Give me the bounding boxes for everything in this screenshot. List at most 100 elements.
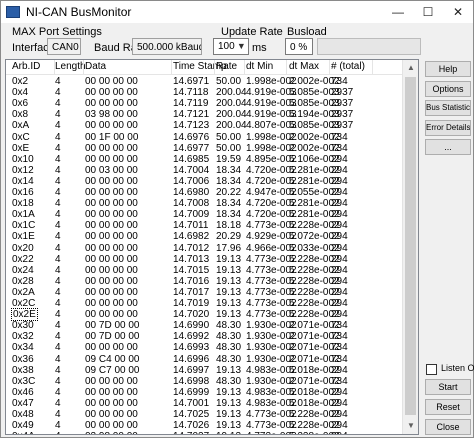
table-cell: 4 — [55, 76, 61, 87]
maximize-button[interactable]: ☐ — [413, 1, 443, 23]
scroll-up-arrow-icon[interactable]: ▲ — [403, 60, 418, 76]
more-button[interactable]: ... — [425, 139, 471, 155]
table-row[interactable]: 0x2A 4 00 00 00 00 14.7017 19.13 4.773e-002 5.… — [6, 287, 406, 298]
listen-only-checkbox[interactable] — [426, 364, 437, 375]
table-row[interactable]: 0x2E 4 00 00 00 00 14.7020 19.13 4.773e-002 5.… — [6, 308, 406, 322]
table-cell: 19.13 — [216, 264, 242, 276]
column-header-length[interactable]: Length — [55, 61, 86, 72]
minimize-button[interactable]: — — [383, 1, 413, 23]
close-button[interactable]: Close — [425, 419, 471, 435]
start-button[interactable]: Start — [425, 379, 471, 395]
table-row[interactable]: 0x10 4 00 00 00 00 14.6985 19.59 4.895e-002 5.… — [6, 154, 406, 165]
column-divider[interactable] — [286, 60, 287, 75]
table-cell: 14.7011 — [173, 220, 209, 232]
table-cell: 48.30 — [216, 331, 242, 343]
table-cell: 734 — [331, 142, 348, 154]
table-cell: 14.7015 — [173, 264, 210, 276]
table-row[interactable]: 0x1A 4 00 00 00 00 14.7009 18.34 4.720e-002 5.… — [6, 209, 406, 220]
busload-progress-bar — [317, 38, 421, 55]
table-cell: 0x36 — [12, 353, 34, 365]
column-header-total[interactable]: # (total) — [331, 61, 365, 72]
table-cell: 4 — [55, 342, 61, 354]
table-cell: 4 — [55, 364, 61, 376]
table-row[interactable]: 0x14 4 00 00 00 00 14.7006 18.34 4.720e-002 5.… — [6, 176, 406, 187]
table-row[interactable]: 0x16 4 00 00 00 00 14.6980 20.22 4.947e-002 5.… — [6, 187, 406, 198]
column-divider[interactable] — [83, 60, 84, 75]
table-row[interactable]: 0x46 4 00 00 00 00 14.6999 19.13 4.983e-002 5.… — [6, 387, 406, 398]
scrollbar-thumb[interactable] — [405, 77, 416, 415]
column-header-arb-id[interactable]: Arb.ID — [12, 61, 40, 72]
table-cell: 48.30 — [216, 353, 242, 365]
column-header-data[interactable]: Data — [85, 61, 106, 72]
table-cell: 0x20 — [12, 242, 34, 254]
table-cell: 14.7009 — [173, 209, 210, 221]
table-row[interactable]: 0x4A403 98 00 0014.702719.134.773e-0025.… — [6, 431, 406, 434]
table-row[interactable]: 0x48 4 00 00 00 00 14.7025 19.13 4.773e-002 5.… — [6, 409, 406, 420]
table-cell: 00 00 00 00 — [85, 298, 138, 309]
reset-button[interactable]: Reset — [425, 399, 471, 415]
table-row[interactable]: 0x3C 4 00 00 00 00 14.6998 48.30 1.930e-002 2.… — [6, 376, 406, 387]
table-row[interactable]: 0x34 4 00 00 00 00 14.6993 48.30 1.930e-002 2.… — [6, 342, 406, 353]
error-details-button[interactable]: Error Details — [425, 120, 471, 136]
table-cell: 00 00 00 00 — [85, 175, 138, 187]
table-cell: 00 03 00 00 — [85, 164, 138, 176]
column-divider[interactable] — [329, 60, 330, 75]
table-cell: 14.6976 — [173, 131, 210, 143]
bus-statistics-button[interactable]: Bus Statistics — [425, 100, 471, 116]
table-row[interactable]: 0x2 4 00 00 00 00 14.6971 50.00 1.998e-002 2.0… — [6, 76, 406, 87]
column-divider[interactable] — [214, 60, 215, 75]
table-row[interactable]: 0x20 4 00 00 00 00 14.7012 17.96 4.966e-002 5.… — [6, 243, 406, 254]
close-window-button[interactable]: ✕ — [443, 1, 473, 23]
table-row[interactable]: 0x24 4 00 00 00 00 14.7015 19.13 4.773e-002 5.… — [6, 265, 406, 276]
table-row[interactable]: 0x32 4 00 7D 00 00 14.6992 48.30 1.930e-002 2.… — [6, 331, 406, 342]
scroll-down-arrow-icon[interactable]: ▼ — [403, 418, 418, 434]
table-cell: 4 — [55, 198, 61, 210]
table-cell: 19.13 — [216, 397, 242, 409]
table-row[interactable]: 0x1E 4 00 00 00 00 14.6982 20.29 4.929e-002 5.… — [6, 231, 406, 242]
listen-only-label[interactable]: Listen Only — [441, 363, 474, 373]
column-header-dt-max[interactable]: dt Max — [289, 61, 319, 72]
table-cell: 294 — [331, 286, 348, 298]
table-row[interactable]: 0x12 4 00 03 00 00 14.7004 18.34 4.720e-002 5.… — [6, 165, 406, 176]
table-cell: 14.7017 — [173, 286, 210, 298]
table-row[interactable]: 0x38 4 09 C7 00 00 14.6997 19.13 4.983e-002 5.… — [6, 365, 406, 376]
table-row[interactable]: 0x22 4 00 00 00 00 14.7013 19.13 4.773e-002 5.… — [6, 254, 406, 265]
table-row[interactable]: 0x1C 4 00 00 00 00 14.7011 18.18 4.773e-002 5.… — [6, 220, 406, 231]
table-row[interactable]: 0x36 4 09 C4 00 00 14.6996 48.30 1.930e-002 2.… — [6, 354, 406, 365]
table-cell: 4 — [55, 386, 61, 398]
table-cell: 294 — [331, 420, 348, 432]
table-cell: 14.6990 — [173, 320, 210, 332]
options-button[interactable]: Options — [425, 81, 471, 97]
table-cell: 4 — [55, 153, 61, 165]
column-divider[interactable] — [244, 60, 245, 75]
table-row[interactable]: 0x30 4 00 7D 00 00 14.6990 48.30 1.930e-002 2.… — [6, 320, 406, 331]
table-row[interactable]: 0x6 4 00 00 00 00 14.7119 200.04 4.919e-003 5.… — [6, 98, 406, 109]
table-cell: 14.6993 — [173, 342, 210, 354]
table-row[interactable]: 0xA 4 00 00 00 00 14.7123 200.04 4.807e-003 5.… — [6, 120, 406, 131]
column-header-dt-min[interactable]: dt Min — [246, 61, 273, 72]
table-cell: 0x32 — [12, 331, 34, 343]
title-bar[interactable]: NI-CAN BusMonitor — ☐ ✕ — [1, 1, 473, 23]
table-row[interactable]: 0x49 4 00 00 00 00 14.7026 19.13 4.773e-002 5.… — [6, 420, 406, 431]
table-row[interactable]: 0x2C 4 00 00 00 00 14.7019 19.13 4.773e-002 5.… — [6, 298, 406, 309]
table-cell: 0x34 — [12, 342, 34, 354]
table-cell: 0x2C — [12, 298, 36, 309]
table-cell: 4 — [55, 375, 61, 387]
message-table[interactable]: Arb.ID Length Data Time Stamp Rate dt Mi… — [5, 59, 419, 435]
table-row[interactable]: 0x47 4 00 00 00 00 14.7001 19.13 4.983e-002 5.… — [6, 398, 406, 409]
column-header-rate[interactable]: Rate — [216, 61, 237, 72]
table-row[interactable]: 0x18 4 00 00 00 00 14.7008 18.34 4.720e-002 5.… — [6, 198, 406, 209]
help-button[interactable]: Help — [425, 61, 471, 77]
table-cell: 00 00 00 00 — [85, 76, 138, 87]
column-divider[interactable] — [372, 60, 373, 75]
column-divider[interactable] — [171, 60, 172, 75]
table-cell: 734 — [331, 320, 348, 332]
table-row[interactable]: 0x4 4 00 00 00 00 14.7118 200.04 4.919e-003 5.… — [6, 87, 406, 98]
table-row[interactable]: 0xE 4 00 00 00 00 14.6977 50.00 1.998e-002 2.0… — [6, 143, 406, 154]
table-cell: 00 00 00 00 — [85, 198, 138, 210]
table-row[interactable]: 0x8 4 03 98 00 00 14.7121 200.04 4.919e-003 5.… — [6, 109, 406, 120]
table-row[interactable]: 0x28 4 00 00 00 00 14.7016 19.13 4.773e-002 5.… — [6, 276, 406, 287]
update-rate-select[interactable]: 100 ▼ — [213, 38, 249, 55]
table-row[interactable]: 0xC 4 00 1F 00 00 14.6976 50.00 1.998e-002 2.0… — [6, 132, 406, 143]
vertical-scrollbar[interactable]: ▲ ▼ — [402, 60, 418, 434]
